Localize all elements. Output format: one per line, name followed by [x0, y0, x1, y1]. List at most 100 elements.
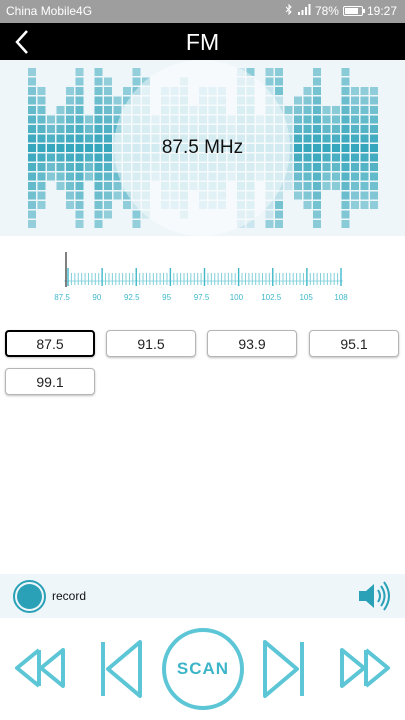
eq-block: [75, 172, 84, 181]
eq-block: [66, 191, 74, 200]
eq-block: [104, 106, 112, 114]
eq-block: [360, 125, 369, 133]
page-title: FM: [185, 29, 220, 55]
eq-block: [37, 115, 46, 124]
eq-block: [28, 87, 36, 95]
eq-block: [360, 172, 369, 181]
eq-block: [332, 172, 340, 181]
eq-block: [370, 163, 378, 171]
eq-block: [94, 201, 103, 209]
eq-block: [265, 68, 274, 76]
eq-block: [351, 115, 359, 124]
eq-block: [341, 87, 350, 95]
previous-button[interactable]: [98, 638, 144, 705]
eq-block: [313, 220, 321, 228]
frequency-display: 87.5 MHz: [161, 137, 244, 158]
eq-block: [94, 125, 103, 133]
fast-forward-button[interactable]: [337, 646, 393, 695]
tuner-ruler[interactable]: 87.5 90 92.5 95 97.5 100 102.5 105 108: [0, 236, 405, 318]
eq-block: [75, 96, 84, 105]
preset-button[interactable]: 95.1: [309, 330, 399, 357]
eq-block: [351, 182, 359, 190]
eq-block: [341, 191, 350, 200]
eq-block: [28, 182, 36, 190]
eq-block: [332, 182, 340, 190]
preset-button[interactable]: 91.5: [106, 330, 196, 357]
eq-block: [303, 125, 312, 133]
tuner-tick-label: 92.5: [124, 293, 140, 302]
eq-block: [341, 115, 350, 124]
eq-block: [104, 201, 112, 209]
eq-block: [294, 96, 302, 105]
eq-block: [351, 201, 359, 209]
eq-block: [275, 210, 283, 219]
speaker-button[interactable]: [357, 580, 393, 617]
eq-block: [56, 106, 65, 114]
eq-block: [75, 77, 84, 86]
eq-block: [37, 191, 46, 200]
preset-button[interactable]: 93.9: [207, 330, 297, 357]
eq-block: [56, 182, 65, 190]
eq-block: [94, 172, 103, 181]
eq-block: [37, 172, 46, 181]
eq-block: [341, 96, 350, 105]
speaker-icon: [359, 581, 390, 611]
eq-block: [104, 77, 112, 86]
eq-block: [303, 106, 312, 114]
eq-block: [360, 87, 369, 95]
fast-backward-button[interactable]: [12, 646, 68, 695]
eq-block: [313, 191, 321, 200]
eq-block: [123, 87, 131, 95]
fast-backward-icon: [15, 648, 65, 688]
eq-block: [66, 115, 74, 124]
preset-button[interactable]: 87.5: [5, 330, 95, 357]
fast-forward-icon: [340, 648, 390, 688]
tuner-tick-label: 87.5: [54, 293, 70, 302]
eq-block: [370, 201, 378, 209]
eq-block: [28, 220, 36, 228]
eq-block: [275, 220, 283, 228]
eq-block: [265, 210, 274, 219]
next-button[interactable]: [261, 638, 307, 705]
scan-button[interactable]: SCAN: [162, 628, 244, 710]
eq-block: [360, 191, 369, 200]
eq-block: [75, 220, 84, 228]
eq-block: [28, 172, 36, 181]
eq-block: [360, 163, 369, 171]
eq-block: [322, 125, 331, 133]
eq-block: [360, 201, 369, 209]
eq-block: [66, 182, 74, 190]
tuner-tick-label: 105: [299, 293, 313, 302]
eq-block: [94, 220, 103, 228]
eq-block: [351, 106, 359, 114]
tuner-tick-label: 90: [92, 293, 101, 302]
tuner-scale[interactable]: 87.5 90 92.5 95 97.5 100 102.5 105 108: [0, 236, 405, 318]
eq-block: [94, 68, 103, 76]
eq-block: [94, 191, 103, 200]
battery-icon: [342, 6, 365, 16]
eq-block: [75, 210, 84, 219]
eq-block: [294, 125, 302, 133]
eq-block: [75, 163, 84, 171]
eq-block: [66, 106, 74, 114]
eq-block: [28, 163, 36, 171]
record-label: record: [52, 589, 87, 603]
eq-block: [28, 96, 36, 105]
eq-block: [351, 191, 359, 200]
eq-block: [104, 96, 112, 105]
eq-block: [113, 96, 122, 105]
eq-block: [37, 182, 46, 190]
battery-percent: 78%: [314, 4, 339, 18]
preset-button[interactable]: 99.1: [5, 368, 95, 395]
record-button[interactable]: [13, 580, 46, 613]
next-icon: [263, 640, 304, 698]
tuner-tick-label: 95: [162, 293, 171, 302]
eq-block: [370, 191, 378, 200]
eq-block: [132, 220, 141, 228]
eq-block: [370, 96, 378, 105]
eq-block: [294, 163, 302, 171]
carrier-name: China Mobile4G: [6, 4, 93, 18]
eq-block: [66, 96, 74, 105]
eq-block: [341, 182, 350, 190]
eq-block: [28, 125, 36, 133]
